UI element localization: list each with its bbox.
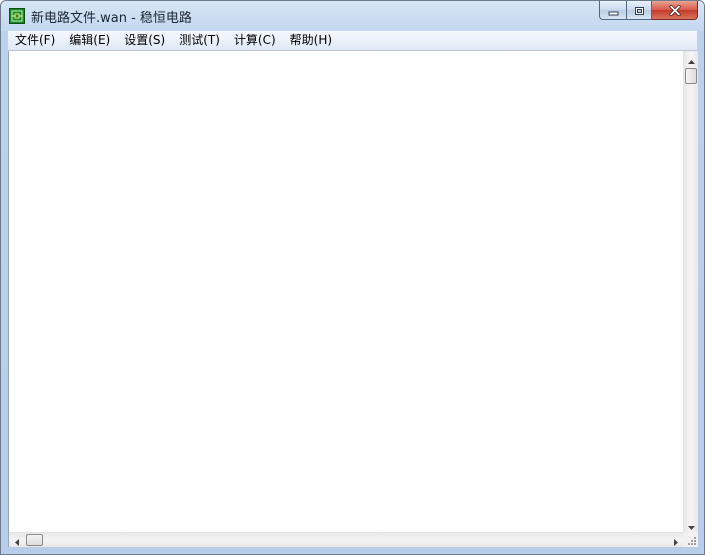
client-area	[8, 51, 698, 547]
horizontal-scroll-thumb[interactable]	[26, 534, 43, 546]
menu-settings[interactable]: 设置(S)	[117, 31, 172, 50]
menu-help[interactable]: 帮助(H)	[283, 31, 339, 50]
restore-button[interactable]	[626, 1, 652, 20]
menu-bar: 文件(F) 编辑(E) 设置(S) 测试(T) 计算(C) 帮助(H)	[8, 31, 697, 51]
arrow-right-icon	[673, 531, 678, 550]
arrow-left-icon	[14, 531, 19, 550]
menu-calculate[interactable]: 计算(C)	[227, 31, 283, 50]
vertical-scroll-thumb[interactable]	[685, 68, 697, 84]
scroll-left-button[interactable]	[9, 533, 24, 548]
circuit-app-icon[interactable]	[9, 8, 25, 24]
vertical-scrollbar[interactable]	[683, 51, 698, 532]
menu-file[interactable]: 文件(F)	[8, 31, 62, 50]
menu-edit[interactable]: 编辑(E)	[62, 31, 117, 50]
scroll-up-button[interactable]	[684, 51, 699, 66]
scroll-down-button[interactable]	[684, 517, 699, 532]
restore-icon	[634, 1, 645, 20]
horizontal-scrollbar[interactable]	[9, 532, 683, 547]
minimize-icon	[608, 1, 619, 20]
app-window: 新电路文件.wan - 稳恒电路 文件(F) 编辑(E) 设置(S) 测试(T)…	[0, 0, 705, 555]
caption-buttons	[599, 1, 698, 21]
size-grip-icon	[683, 532, 698, 551]
close-button[interactable]	[652, 1, 698, 20]
minimize-button[interactable]	[599, 1, 626, 20]
scroll-right-button[interactable]	[668, 533, 683, 548]
arrow-up-icon	[688, 49, 695, 68]
resize-grip[interactable]	[683, 532, 698, 547]
menu-test[interactable]: 测试(T)	[172, 31, 227, 50]
window-title: 新电路文件.wan - 稳恒电路	[31, 11, 192, 26]
close-icon	[668, 1, 681, 20]
title-bar[interactable]: 新电路文件.wan - 稳恒电路	[1, 1, 704, 31]
circuit-canvas[interactable]	[9, 51, 683, 532]
